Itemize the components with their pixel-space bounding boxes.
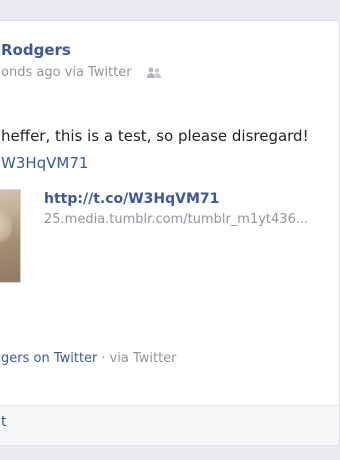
post-message-link[interactable]: W3HqVM71 — [1, 154, 88, 172]
post-author-name[interactable]: Rodgers — [1, 41, 71, 59]
top-strip — [0, 0, 340, 20]
source-link[interactable]: gers on Twitter — [1, 351, 97, 366]
feed-post-card: Rodgers onds ago via Twitter heffer, thi… — [0, 20, 340, 446]
attachment-title-link[interactable]: http://t.co/W3HqVM71 — [44, 191, 219, 207]
post-meta: onds ago via Twitter — [1, 65, 162, 80]
post-action-link[interactable]: t — [1, 414, 7, 430]
post-source: gers on Twitter · via Twitter — [1, 351, 177, 366]
post-action-bar: t — [0, 405, 339, 444]
post-timestamp[interactable]: onds ago via Twitter — [1, 65, 132, 80]
attachment-thumbnail[interactable] — [0, 189, 21, 283]
source-via: via Twitter — [109, 351, 177, 366]
attachment-url: 25.media.tumblr.com/tumblr_m1yt436... — [44, 212, 309, 227]
people-icon[interactable] — [146, 67, 162, 79]
post-message: heffer, this is a test, so please disreg… — [1, 127, 309, 145]
source-separator: · — [101, 351, 106, 366]
